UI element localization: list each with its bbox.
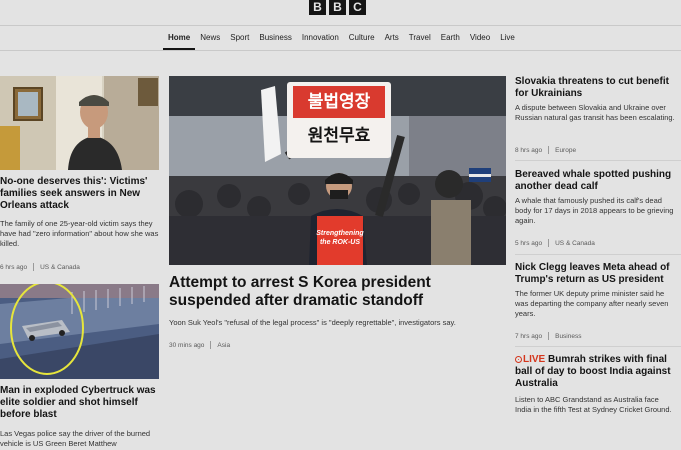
- cybertruck-summary: Las Vegas police say the driver of the b…: [0, 429, 151, 448]
- victims-story-image[interactable]: [0, 76, 159, 170]
- nav-item-business[interactable]: Business: [254, 33, 296, 50]
- meta-separator: [548, 239, 550, 247]
- lead-headline[interactable]: Attempt to arrest S Korea president susp…: [169, 274, 489, 310]
- victims-photo: [0, 76, 159, 170]
- sign-text-top: 불법영장: [307, 92, 371, 111]
- slovakia-headline[interactable]: Slovakia threatens to cut benefit for Uk…: [515, 76, 681, 100]
- victims-summary: The family of one 25-year-old victim say…: [0, 219, 159, 248]
- nav-item-video[interactable]: Video: [465, 33, 495, 50]
- lead-section[interactable]: Asia: [217, 342, 230, 349]
- nav-item-travel[interactable]: Travel: [404, 33, 436, 50]
- clegg-headline[interactable]: Nick Clegg leaves Meta ahead of Trump's …: [515, 262, 681, 286]
- sign-text-bottom: 원천무효: [307, 126, 371, 145]
- nav-item-news[interactable]: News: [195, 33, 225, 50]
- live-icon: [515, 356, 522, 363]
- whale-time: 5 hrs ago: [515, 239, 543, 247]
- whale-meta: 5 hrs ago US & Canada: [515, 239, 595, 247]
- right-divider: [515, 254, 681, 255]
- nav-item-home[interactable]: Home: [163, 33, 196, 50]
- korea-lead-image[interactable]: 불법영장 원천무효 Strengthening the ROK-US: [169, 76, 506, 265]
- banner-text: Strengthening the ROK-US: [316, 230, 364, 246]
- victims-meta: 6 hrs ago US & Canada: [0, 263, 80, 271]
- nav-item-sport[interactable]: Sport: [225, 33, 254, 50]
- nav-divider: [0, 50, 681, 51]
- meta-separator: [548, 332, 550, 340]
- bumrah-summary: Listen to ABC Grandstand as Australia fa…: [515, 395, 672, 414]
- header-divider: [0, 25, 681, 26]
- whale-section[interactable]: US & Canada: [555, 240, 595, 247]
- clegg-time: 7 hrs ago: [515, 332, 543, 340]
- nav-item-earth[interactable]: Earth: [436, 33, 465, 50]
- whale-summary: A whale that famously pushed its calf's …: [515, 196, 674, 225]
- lead-summary: Yoon Suk Yeol's "refusal of the legal pr…: [169, 318, 456, 327]
- cybertruck-photo: [0, 284, 159, 379]
- clegg-summary: The former UK deputy prime minister said…: [515, 289, 669, 318]
- nav-item-innovation[interactable]: Innovation: [297, 33, 344, 50]
- lead-meta: 30 mins ago Asia: [169, 341, 230, 349]
- logo-letter-c: C: [349, 0, 366, 15]
- meta-separator: [548, 146, 550, 154]
- victims-section[interactable]: US & Canada: [40, 264, 80, 271]
- whale-headline[interactable]: Bereaved whale spotted pushing another d…: [515, 169, 681, 193]
- slovakia-section[interactable]: Europe: [555, 147, 576, 154]
- victims-time: 6 hrs ago: [0, 263, 28, 271]
- victims-headline[interactable]: No-one deserves this': Victims' families…: [0, 176, 160, 212]
- slovakia-meta: 8 hrs ago Europe: [515, 146, 576, 154]
- lead-time: 30 mins ago: [169, 341, 205, 349]
- bumrah-story[interactable]: LIVE Bumrah strikes with final ball of d…: [515, 354, 681, 390]
- meta-separator: [210, 341, 212, 349]
- clegg-section[interactable]: Business: [555, 333, 581, 340]
- bbc-logo[interactable]: B B C: [309, 0, 366, 15]
- nav-item-live[interactable]: Live: [495, 33, 520, 50]
- clegg-meta: 7 hrs ago Business: [515, 332, 581, 340]
- nav-item-culture[interactable]: Culture: [344, 33, 380, 50]
- nav-item-arts[interactable]: Arts: [380, 33, 404, 50]
- right-divider: [515, 160, 681, 161]
- cybertruck-headline[interactable]: Man in exploded Cybertruck was elite sol…: [0, 385, 160, 421]
- meta-separator: [33, 263, 35, 271]
- slovakia-summary: A dispute between Slovakia and Ukraine o…: [515, 103, 675, 122]
- logo-letter-b1: B: [309, 0, 326, 15]
- right-divider: [515, 346, 681, 347]
- main-nav: Home News Sport Business Innovation Cult…: [163, 33, 520, 50]
- slovakia-time: 8 hrs ago: [515, 146, 543, 154]
- live-label: LIVE: [523, 354, 546, 365]
- cybertruck-story-image[interactable]: [0, 284, 159, 379]
- logo-letter-b2: B: [329, 0, 346, 15]
